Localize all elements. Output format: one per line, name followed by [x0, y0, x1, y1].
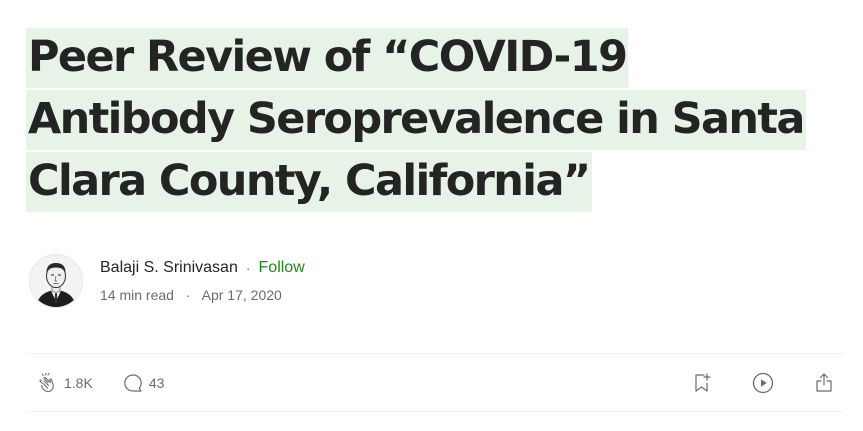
share-button[interactable]: [812, 371, 836, 395]
follow-button[interactable]: Follow: [259, 257, 305, 279]
article-meta-line: 14 min read · Apr 17, 2020: [100, 285, 305, 305]
utility-actions: [653, 371, 836, 395]
author-byline: Balaji S. Srinivasan · Follow 14 min rea…: [29, 253, 305, 309]
engagement-actions: 1.8K 43: [36, 371, 164, 395]
publish-date: Apr 17, 2020: [201, 287, 282, 303]
clap-icon: [39, 372, 54, 393]
author-line: Balaji S. Srinivasan · Follow: [100, 257, 305, 279]
comments-button[interactable]: 43: [121, 371, 165, 395]
separator-dot: ·: [245, 260, 251, 276]
divider-top: [26, 353, 844, 354]
bookmark-add-icon: [695, 373, 711, 392]
author-name[interactable]: Balaji S. Srinivasan: [100, 257, 238, 279]
author-portrait-icon: [30, 255, 82, 307]
separator-dot: ·: [185, 287, 191, 303]
article-action-bar: 1.8K 43: [36, 366, 836, 400]
author-avatar[interactable]: [29, 254, 83, 308]
divider-bottom: [26, 411, 844, 412]
comment-count: 43: [148, 375, 165, 391]
listen-button[interactable]: [751, 371, 775, 395]
save-button[interactable]: [690, 371, 714, 395]
comment-icon: [124, 374, 142, 392]
share-icon: [816, 373, 832, 392]
clap-button[interactable]: 1.8K: [36, 371, 93, 395]
article-title-highlight: Peer Review of “COVID-19 Antibody Seropr…: [26, 28, 806, 212]
read-time: 14 min read: [100, 287, 174, 303]
author-meta: Balaji S. Srinivasan · Follow 14 min rea…: [100, 257, 305, 305]
play-icon: [752, 372, 774, 394]
article-title: Peer Review of “COVID-19 Antibody Seropr…: [26, 26, 826, 212]
clap-count: 1.8K: [64, 375, 93, 391]
